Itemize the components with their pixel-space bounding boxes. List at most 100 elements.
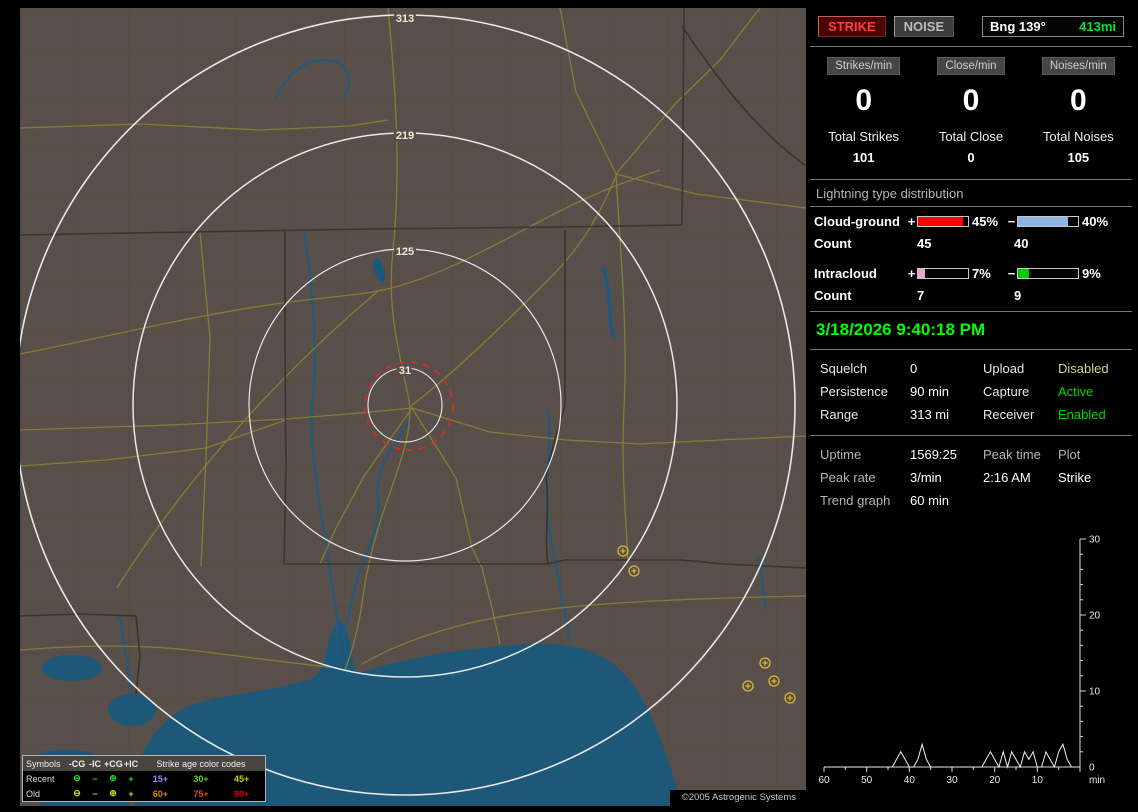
legend-header: Symbols -CG -IC +CG +IC Strike age color… bbox=[23, 756, 265, 771]
squelch-label: Squelch bbox=[820, 361, 867, 376]
svg-text:10: 10 bbox=[1089, 687, 1101, 698]
ring-label-219: 219 bbox=[396, 130, 414, 142]
total-close-label: Total Close bbox=[938, 129, 1004, 144]
uptime-label: Uptime bbox=[820, 447, 862, 462]
legend-col-neg-cg: -CG bbox=[68, 758, 86, 769]
peak-time-value: 2:16 AM bbox=[983, 470, 1031, 485]
minus-sign: − bbox=[1007, 214, 1016, 229]
total-noises-label: Total Noises bbox=[1042, 129, 1114, 144]
persistence-label: Persistence bbox=[820, 384, 888, 399]
age-codes-old: 60+ 75+ 90+ bbox=[152, 788, 250, 799]
upload-label: Upload bbox=[983, 361, 1025, 376]
bearing-readout: Bng 139° 413mi bbox=[982, 16, 1124, 37]
toolbar: STRIKE NOISE Bng 139° 413mi bbox=[810, 8, 1132, 46]
copyright-credit: ©2005 Astrogenic Systems bbox=[669, 790, 806, 806]
capture-status: Active bbox=[1058, 384, 1094, 399]
legend-age-title: Strike age color codes bbox=[156, 758, 246, 769]
trend-graph-label: Trend graph bbox=[820, 493, 891, 508]
trend-graph-value: 60 min bbox=[910, 493, 950, 508]
squelch-value: 0 bbox=[910, 361, 918, 376]
rate-counters: Strikes/min 0 Total Strikes 101 Close/mi… bbox=[810, 47, 1132, 179]
cloud-ground-row: Cloud-ground + 45% − 40% bbox=[810, 207, 1132, 233]
ic-minus-percent: 9% bbox=[1082, 266, 1101, 281]
pos-cg-old-icon: ⊕ bbox=[109, 788, 117, 798]
total-close-value: 0 bbox=[967, 150, 975, 165]
cg-plus-count: 45 bbox=[917, 236, 932, 251]
ic-minus-count: 9 bbox=[1014, 288, 1022, 303]
cg-minus-bar bbox=[1017, 216, 1079, 227]
status-sidebar: STRIKE NOISE Bng 139° 413mi Strikes/min … bbox=[810, 8, 1132, 806]
svg-text:20: 20 bbox=[1089, 611, 1101, 622]
cloud-ground-counts: Count 45 40 bbox=[814, 236, 1029, 251]
map-legend: Symbols -CG -IC +CG +IC Strike age color… bbox=[22, 755, 266, 802]
total-strikes-value: 101 bbox=[852, 150, 875, 165]
cg-minus-count: 40 bbox=[1014, 236, 1029, 251]
ring-label-125: 125 bbox=[396, 246, 414, 258]
ic-plus-count: 7 bbox=[917, 288, 925, 303]
svg-text:50: 50 bbox=[861, 775, 873, 786]
receiver-settings: Squelch 0 Upload Disabled Persistence 90… bbox=[810, 350, 1132, 435]
persistence-value: 90 min bbox=[910, 384, 950, 399]
peak-rate-label: Peak rate bbox=[820, 470, 876, 485]
ic-plus-percent: 7% bbox=[972, 266, 991, 281]
strike-toggle-button[interactable]: STRIKE bbox=[818, 16, 886, 37]
receiver-label: Receiver bbox=[983, 407, 1035, 422]
total-noises-value: 105 bbox=[1067, 150, 1090, 165]
close-per-min-counter: Close/min 0 Total Close 0 bbox=[917, 56, 1024, 179]
strikes-per-min-value: 0 bbox=[855, 84, 872, 117]
ic-minus-bar bbox=[1017, 268, 1079, 279]
svg-text:10: 10 bbox=[1032, 775, 1044, 786]
bearing-label: Bng 139° bbox=[990, 19, 1046, 34]
ring-label-31: 31 bbox=[399, 365, 411, 377]
range-label: Range bbox=[820, 407, 859, 422]
svg-text:60: 60 bbox=[818, 775, 830, 786]
legend-col-pos-ic: +IC bbox=[123, 758, 139, 769]
svg-text:30: 30 bbox=[1089, 535, 1101, 546]
close-per-min-label: Close/min bbox=[937, 57, 1005, 75]
svg-text:40: 40 bbox=[904, 775, 916, 786]
strikes-per-min-counter: Strikes/min 0 Total Strikes 101 bbox=[810, 56, 917, 179]
map-canvas: 313 219 125 31 bbox=[20, 8, 806, 806]
legend-col-pos-cg: +CG bbox=[104, 758, 123, 769]
noises-per-min-label: Noises/min bbox=[1041, 57, 1115, 75]
trend-graph: 0 10 20 30 60 50 40 30 20 10 min bbox=[816, 525, 1132, 789]
distribution-title: Lightning type distribution bbox=[810, 180, 1132, 207]
ring-label-313: 313 bbox=[396, 13, 414, 25]
cg-plus-bar bbox=[917, 216, 969, 227]
bearing-range-value: 413mi bbox=[1079, 19, 1116, 34]
plus-sign: + bbox=[907, 266, 916, 281]
upload-status: Disabled bbox=[1058, 361, 1109, 376]
range-value: 313 mi bbox=[910, 407, 950, 422]
uptime-value: 1569:25 bbox=[910, 447, 957, 462]
svg-text:0: 0 bbox=[1089, 763, 1095, 774]
legend-col-neg-ic: -IC bbox=[89, 758, 101, 769]
legend-row-recent: Recent ⊖ − ⊕ + 15+ 30+ 45+ bbox=[23, 771, 265, 786]
noise-toggle-button[interactable]: NOISE bbox=[893, 16, 955, 37]
ic-plus-bar bbox=[917, 268, 969, 279]
peak-rate-value: 3/min bbox=[910, 470, 942, 485]
plot-label: Plot bbox=[1058, 447, 1081, 462]
noises-per-min-value: 0 bbox=[1069, 84, 1087, 117]
legend-symbols-title: Symbols bbox=[26, 758, 61, 769]
svg-text:20: 20 bbox=[989, 775, 1001, 786]
lightning-distribution: Lightning type distribution Cloud-ground… bbox=[810, 180, 1132, 311]
capture-label: Capture bbox=[983, 384, 1030, 399]
receiver-status: Enabled bbox=[1058, 407, 1106, 422]
lightning-map[interactable]: 313 219 125 31 Symbols -CG -IC +CG +IC S… bbox=[20, 8, 806, 806]
nexstorm-window: 313 219 125 31 Symbols -CG -IC +CG +IC S… bbox=[0, 0, 1138, 812]
total-strikes-label: Total Strikes bbox=[828, 129, 900, 144]
pos-cg-recent-icon: ⊕ bbox=[109, 773, 117, 783]
cg-minus-percent: 40% bbox=[1082, 214, 1109, 229]
legend-row-old: Old ⊖ − ⊕ + 60+ 75+ 90+ bbox=[23, 786, 265, 801]
neg-ic-old-icon: − bbox=[92, 788, 98, 799]
peak-time-label: Peak time bbox=[983, 447, 1041, 462]
noises-per-min-counter: Noises/min 0 Total Noises 105 bbox=[1025, 56, 1132, 179]
session-stats: Uptime 1569:25 Peak time Plot Peak rate … bbox=[810, 436, 1132, 521]
pos-ic-old-icon: + bbox=[128, 788, 134, 799]
close-per-min-value: 0 bbox=[962, 84, 980, 117]
pos-ic-recent-icon: + bbox=[128, 773, 134, 784]
intracloud-counts: Count 7 9 bbox=[814, 288, 1022, 303]
svg-text:min: min bbox=[1089, 775, 1105, 786]
intracloud-row: Intracloud + 7% − 9% bbox=[810, 259, 1132, 285]
plus-sign: + bbox=[907, 214, 916, 229]
